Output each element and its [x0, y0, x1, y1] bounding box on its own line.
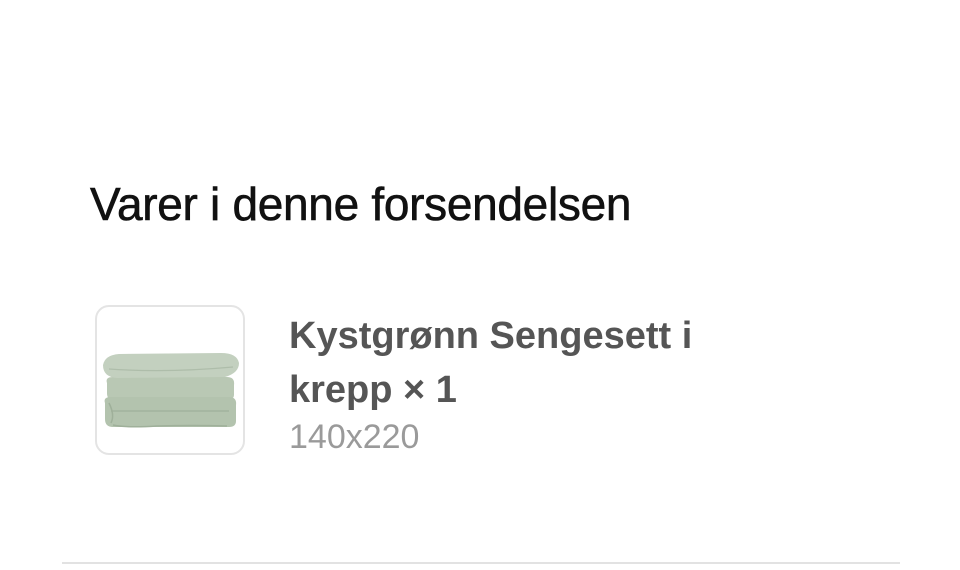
item-name: Kystgrønn Sengesett i krepp × 1	[289, 309, 789, 417]
divider	[62, 562, 900, 564]
bedding-set-image	[103, 353, 239, 428]
item-variant: 140x220	[289, 418, 420, 456]
item-quantity: × 1	[403, 369, 457, 411]
section-title: Varer i denne forsendelsen	[90, 178, 632, 231]
item-name-text: Kystgrønn Sengesett i krepp	[289, 315, 693, 411]
shipment-item[interactable]: Kystgrønn Sengesett i krepp × 1 140x220	[95, 305, 855, 457]
product-thumbnail[interactable]	[95, 305, 245, 455]
